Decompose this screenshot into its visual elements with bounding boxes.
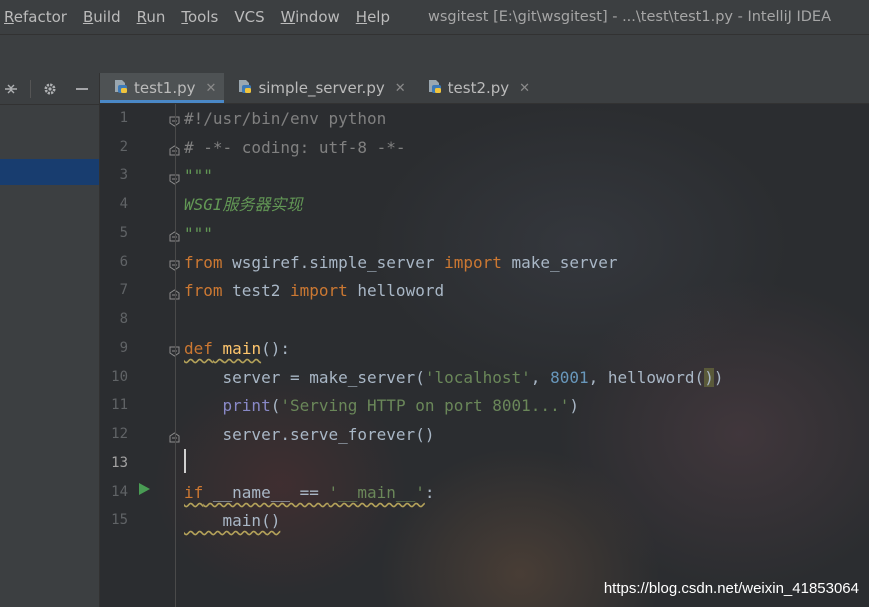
code-line-4: WSGI服务器实现 bbox=[184, 195, 303, 214]
line-number: 5 bbox=[119, 225, 128, 241]
line-number: 1 bbox=[119, 110, 128, 126]
tab-test1[interactable]: test1.py ✕ bbox=[100, 73, 225, 103]
window-title: wsgitest [E:\git\wsgitest] - ...\test\te… bbox=[427, 9, 832, 25]
tab-label: simple_server.py bbox=[258, 79, 385, 97]
line-number: 6 bbox=[119, 254, 128, 270]
code-editor[interactable]: 1 2 3 4 5 6 7 8 9 10 11 12 13 14 15 #!/u… bbox=[100, 104, 869, 607]
collapse-all-icon[interactable] bbox=[0, 78, 22, 100]
code-line-6: from wsgiref.simple_server import make_s… bbox=[184, 253, 618, 272]
hide-panel-icon[interactable] bbox=[71, 78, 93, 100]
menu-window[interactable]: Window bbox=[273, 8, 348, 26]
project-panel bbox=[0, 73, 100, 607]
close-icon[interactable]: ✕ bbox=[519, 81, 530, 96]
menu-run[interactable]: Run bbox=[129, 8, 174, 26]
line-number: 11 bbox=[111, 397, 128, 413]
editor-tab-bar: test1.py ✕ simple_server.py ✕ test2.py ✕ bbox=[100, 73, 869, 104]
line-number: 14 bbox=[111, 484, 128, 500]
text-caret bbox=[184, 449, 186, 473]
line-number: 4 bbox=[119, 196, 128, 212]
project-tree-selected-row[interactable] bbox=[0, 159, 99, 185]
menu-build[interactable]: Build bbox=[75, 8, 129, 26]
code-line-2: # -*- coding: utf-8 -*- bbox=[184, 138, 406, 157]
gear-icon[interactable] bbox=[39, 78, 61, 100]
menu-tools[interactable]: Tools bbox=[173, 8, 226, 26]
tab-label: test2.py bbox=[447, 79, 510, 97]
code-line-7: from test2 import helloword bbox=[184, 281, 445, 300]
tab-label: test1.py bbox=[134, 79, 196, 97]
code-line-10: server = make_server('localhost', 8001, … bbox=[184, 368, 724, 387]
close-icon[interactable]: ✕ bbox=[395, 81, 406, 96]
code-line-15: main() bbox=[184, 511, 281, 530]
menu-bar: Refactor Build Run Tools VCS Window Help… bbox=[0, 0, 869, 35]
code-line-3: """ bbox=[184, 166, 213, 185]
project-panel-toolbar bbox=[0, 73, 100, 105]
menu-vcs[interactable]: VCS bbox=[226, 8, 272, 26]
code-line-1: #!/usr/bin/env python bbox=[184, 109, 387, 128]
run-icon[interactable] bbox=[137, 481, 151, 500]
line-number: 7 bbox=[119, 282, 128, 298]
code-line-14: if __name__ == '__main__': bbox=[184, 483, 435, 502]
line-number: 3 bbox=[119, 167, 128, 183]
line-number: 8 bbox=[119, 311, 128, 327]
python-file-icon bbox=[426, 78, 442, 98]
code-line-5: """ bbox=[184, 224, 213, 243]
line-number: 2 bbox=[119, 139, 128, 155]
code-line-9: def main(): bbox=[184, 339, 290, 358]
line-number: 12 bbox=[111, 426, 128, 442]
toolbar-divider bbox=[30, 79, 31, 98]
toolbar-strip bbox=[0, 35, 869, 73]
watermark: https://blog.csdn.net/weixin_41853064 bbox=[603, 580, 859, 597]
code-line-11: print('Serving HTTP on port 8001...') bbox=[222, 396, 579, 415]
line-number: 10 bbox=[111, 369, 128, 385]
editor-gutter: 1 2 3 4 5 6 7 8 9 10 11 12 13 14 15 bbox=[100, 104, 180, 607]
line-number-current: 13 bbox=[111, 455, 128, 471]
python-file-icon bbox=[112, 78, 128, 98]
python-file-icon bbox=[236, 78, 252, 98]
menu-help[interactable]: Help bbox=[348, 8, 398, 26]
tab-test2[interactable]: test2.py ✕ bbox=[414, 73, 538, 103]
code-line-12: server.serve_forever() bbox=[184, 425, 435, 444]
tab-simple-server[interactable]: simple_server.py ✕ bbox=[224, 73, 413, 103]
close-icon[interactable]: ✕ bbox=[206, 81, 217, 96]
line-number: 9 bbox=[119, 340, 128, 356]
line-number: 15 bbox=[111, 512, 128, 528]
gutter-divider bbox=[175, 104, 176, 607]
menu-refactor[interactable]: Refactor bbox=[0, 8, 75, 26]
